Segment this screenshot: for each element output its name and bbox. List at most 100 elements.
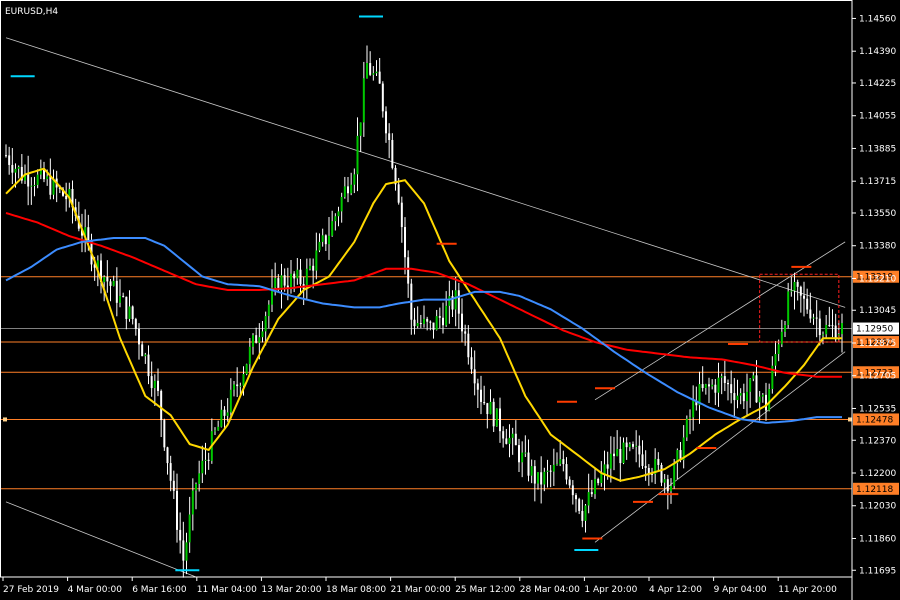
candle-body	[742, 393, 745, 402]
candle-body	[594, 478, 596, 495]
candle-body	[644, 465, 647, 468]
candle-body	[717, 377, 720, 393]
candle-body	[818, 318, 821, 336]
candle-body	[714, 384, 717, 393]
candle-body	[404, 227, 406, 258]
candle-body	[366, 63, 368, 79]
candle-body	[666, 479, 669, 492]
candle-body	[518, 445, 520, 463]
candle-body	[27, 173, 30, 187]
y-tick-label: 1.13885	[859, 144, 896, 154]
candle-body	[438, 316, 441, 318]
candle-body	[65, 195, 68, 200]
candle-body	[457, 290, 460, 314]
candle-body	[334, 216, 337, 222]
candle-body	[264, 316, 267, 332]
candle-body	[841, 323, 843, 335]
candle-body	[527, 452, 530, 476]
candle-body	[226, 412, 229, 416]
y-tick-label: 1.13715	[859, 177, 896, 187]
candle-body	[201, 460, 204, 474]
candle-body	[597, 478, 600, 484]
candle-body	[134, 319, 137, 329]
candle-body	[353, 174, 356, 185]
candle-body	[153, 380, 156, 389]
candle-body	[347, 186, 349, 194]
candle-body	[324, 235, 327, 245]
candle-body	[391, 139, 394, 168]
candle-body	[176, 490, 178, 530]
candle-body	[147, 354, 150, 377]
trendline[interactable]	[5, 37, 846, 308]
level-anchor[interactable]	[3, 417, 7, 422]
candle-body	[803, 295, 805, 299]
candle-body	[103, 276, 106, 283]
x-tick-label: 11 Mar 04:00	[197, 585, 257, 595]
candle-body	[603, 464, 606, 474]
candle-body	[166, 447, 169, 464]
candle-body	[768, 389, 771, 411]
candles	[5, 45, 843, 578]
candle-body	[609, 453, 612, 469]
candle-body	[236, 384, 239, 387]
y-tick-label: 1.13210	[859, 274, 896, 284]
candle-body	[616, 448, 619, 457]
candle-body	[293, 273, 296, 279]
price-chart[interactable]: 1.132191.128801.127231.124781.121181.129…	[0, 0, 900, 600]
candle-body	[188, 514, 191, 543]
candle-body	[831, 325, 834, 327]
candle-body	[689, 417, 691, 419]
candle-body	[619, 448, 622, 464]
level-label: 1.12118	[856, 485, 893, 495]
candle-body	[765, 394, 767, 411]
x-tick-label: 6 Mar 16:00	[132, 585, 187, 595]
candle-body	[552, 464, 555, 472]
x-tick-label: 25 Mar 12:00	[455, 585, 515, 595]
candle-body	[657, 458, 660, 465]
candle-body	[638, 445, 641, 455]
candle-body	[429, 321, 432, 323]
candle-body	[622, 442, 625, 464]
candle-body	[761, 394, 764, 397]
candle-body	[533, 466, 536, 484]
trendline[interactable]	[5, 501, 197, 578]
candle-body	[711, 384, 714, 387]
candle-body	[138, 328, 140, 345]
candle-body	[128, 306, 131, 319]
x-tick-label: 13 Mar 20:00	[261, 585, 321, 595]
candle-body	[14, 168, 17, 173]
candle-body	[369, 63, 372, 75]
y-tick-label: 1.12200	[859, 469, 896, 479]
candle-body	[632, 444, 634, 447]
y-tick-label: 1.14560	[859, 14, 896, 24]
candle-body	[359, 122, 362, 136]
candle-body	[350, 184, 353, 194]
candle-body	[505, 438, 508, 444]
candle-body	[337, 211, 340, 217]
candle-body	[49, 176, 52, 195]
candle-body	[217, 426, 220, 431]
candle-body	[723, 376, 726, 383]
candle-body	[157, 380, 159, 391]
candle-body	[413, 319, 416, 327]
candle-body	[11, 164, 14, 173]
candle-body	[739, 393, 742, 396]
candle-body	[575, 495, 577, 500]
candle-body	[749, 378, 752, 392]
candle-body	[806, 298, 809, 310]
candle-body	[628, 444, 631, 448]
y-tick-label: 1.12875	[859, 339, 896, 349]
y-tick-label: 1.14390	[859, 47, 896, 57]
candle-body	[191, 490, 194, 515]
candle-body	[109, 281, 112, 286]
chart-title: EURUSD,H4	[5, 7, 58, 17]
candle-body	[328, 235, 330, 245]
candle-body	[635, 445, 638, 447]
candle-body	[568, 479, 571, 486]
candle-body	[546, 470, 549, 472]
level-anchor[interactable]	[848, 417, 852, 422]
candle-body	[182, 540, 185, 561]
candle-body	[480, 389, 482, 402]
y-tick-label: 1.11695	[859, 566, 896, 576]
candle-body	[530, 466, 533, 476]
